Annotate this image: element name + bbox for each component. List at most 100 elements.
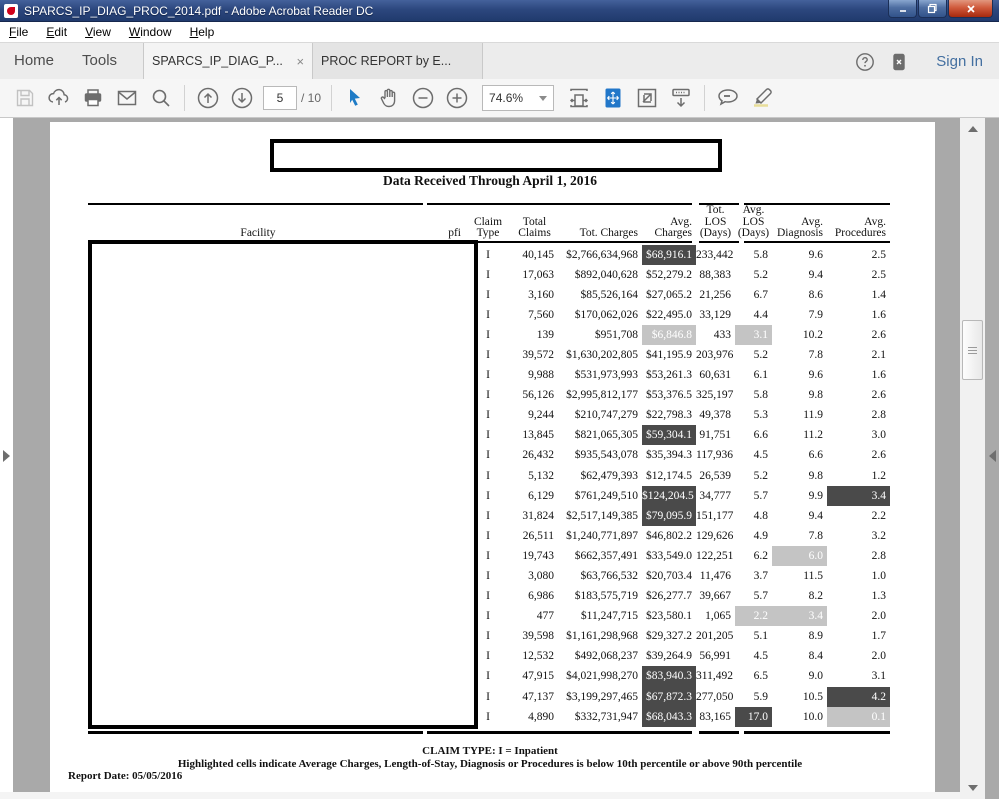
save-icon[interactable] xyxy=(8,83,42,113)
menu-window[interactable]: Window xyxy=(120,23,181,41)
table-cell: $12,174.5 xyxy=(646,469,692,482)
mobile-device-icon[interactable] xyxy=(882,47,916,77)
table-cell: 5,132 xyxy=(528,469,554,482)
table-cell: 17.0 xyxy=(735,706,772,727)
table-cell: 6.6 xyxy=(808,449,823,462)
hand-tool-icon[interactable] xyxy=(372,83,406,113)
header-avg-los: Avg. LOS (Days) xyxy=(737,204,770,239)
table-cell: $83,940.3 xyxy=(642,666,696,687)
title-bar[interactable]: SPARCS_IP_DIAG_PROC_2014.pdf - Adobe Acr… xyxy=(0,0,999,22)
zoom-out-icon[interactable] xyxy=(406,83,440,113)
table-cell: 325,197 xyxy=(696,389,734,402)
table-cell: 56,991 xyxy=(699,650,731,663)
table-cell: 2.8 xyxy=(871,549,886,562)
table-cell: 117,936 xyxy=(696,449,733,462)
table-cell: $33,549.0 xyxy=(646,549,692,562)
fit-page-icon[interactable] xyxy=(596,83,630,113)
table-cell: $63,766,532 xyxy=(580,570,639,582)
table-cell: 19,743 xyxy=(522,549,554,562)
table-cell: 88,383 xyxy=(699,268,731,281)
table-cell: 3.2 xyxy=(871,529,886,542)
table-header-row: Facility pfi Claim Type Total Claims Tot… xyxy=(88,204,890,245)
chevron-down-icon xyxy=(539,95,548,101)
tab-tools[interactable]: Tools xyxy=(68,43,131,79)
fit-width-icon[interactable] xyxy=(562,83,596,113)
table-cell: 4.9 xyxy=(753,529,768,542)
open-right-panel-icon[interactable] xyxy=(989,450,996,462)
previous-page-icon[interactable] xyxy=(191,83,225,113)
comment-icon[interactable] xyxy=(711,83,745,113)
table-cell: 11.5 xyxy=(803,570,823,582)
table-cell: $79,095.9 xyxy=(642,505,696,526)
email-icon[interactable] xyxy=(110,83,144,113)
table-cell: 4.2 xyxy=(827,686,890,707)
table-cell: $170,062,026 xyxy=(574,308,638,321)
table-cell: 8.6 xyxy=(808,288,823,301)
print-icon[interactable] xyxy=(76,83,110,113)
table-cell: 47,137 xyxy=(522,690,554,703)
table-cell: 7.9 xyxy=(808,308,823,321)
scroll-down-icon[interactable] xyxy=(968,785,978,791)
highlighter-icon[interactable] xyxy=(745,83,779,113)
share-upload-icon[interactable] xyxy=(42,83,76,113)
document-banner-title: Data Received Through April 1, 2016 xyxy=(382,173,597,188)
table-cell: 277,050 xyxy=(696,690,734,703)
table-cell: 56,126 xyxy=(522,389,554,402)
tab-close-icon[interactable]: × xyxy=(296,54,304,69)
table-cell: $951,708 xyxy=(594,328,638,341)
pdf-page: Data Received Through April 1, 2016 Faci… xyxy=(50,122,935,792)
select-tool-icon[interactable] xyxy=(338,83,372,113)
table-cell: $3,199,297,465 xyxy=(566,690,638,703)
help-icon[interactable] xyxy=(848,47,882,77)
menu-view[interactable]: View xyxy=(76,23,120,41)
table-cell: 3.0 xyxy=(871,429,886,442)
close-button[interactable] xyxy=(948,0,993,18)
scroll-up-icon[interactable] xyxy=(968,126,978,132)
open-left-panel-icon[interactable] xyxy=(3,450,10,462)
table-cell: 9,244 xyxy=(528,409,554,422)
table-cell: 6.6 xyxy=(753,429,768,442)
table-cell: 2.0 xyxy=(871,650,886,663)
report-table-wrapper: Facility pfi Claim Type Total Claims Tot… xyxy=(88,197,890,742)
menu-file[interactable]: File xyxy=(0,23,37,41)
menu-help[interactable]: Help xyxy=(181,23,224,41)
table-cell: $892,040,628 xyxy=(574,268,638,281)
table-cell: 6,986 xyxy=(528,590,554,603)
zoom-in-icon[interactable] xyxy=(440,83,474,113)
minimize-button[interactable] xyxy=(888,0,917,18)
table-cell: $59,304.1 xyxy=(642,425,696,446)
tab-document-inactive[interactable]: PROC REPORT by E... xyxy=(313,43,484,79)
table-cell: 233,442 xyxy=(696,248,734,261)
report-date: Report Date: 05/05/2016 xyxy=(68,770,183,782)
table-cell: 5.7 xyxy=(753,489,768,502)
zoom-level-select[interactable]: 74.6% xyxy=(482,85,555,111)
table-cell: 11.9 xyxy=(803,409,823,422)
tab-home[interactable]: Home xyxy=(0,43,68,79)
table-cell: $2,517,149,385 xyxy=(566,509,638,522)
table-cell: 5.9 xyxy=(753,690,768,703)
table-cell: 4.8 xyxy=(753,509,768,522)
search-icon[interactable] xyxy=(144,83,178,113)
tab-document-active[interactable]: SPARCS_IP_DIAG_P... × xyxy=(143,43,314,79)
table-cell: 311,492 xyxy=(696,670,733,683)
maximize-button[interactable] xyxy=(918,0,947,18)
table-cell: 3.4 xyxy=(772,606,827,627)
vertical-scrollbar[interactable] xyxy=(960,118,985,799)
table-cell: 39,572 xyxy=(522,348,554,361)
table-cell: $53,261.3 xyxy=(646,369,692,382)
zoom-level-value: 74.6% xyxy=(489,91,524,105)
page-number-input[interactable] xyxy=(263,86,297,110)
scrollbar-thumb[interactable] xyxy=(962,320,983,380)
horizontal-scrollbar[interactable] xyxy=(0,792,960,799)
table-cell: $67,872.3 xyxy=(642,686,696,707)
tab-document2-label: PROC REPORT by E... xyxy=(321,54,452,68)
fullscreen-icon[interactable] xyxy=(630,83,664,113)
main-toolbar: / 10 74.6% xyxy=(0,79,999,118)
reading-mode-icon[interactable] xyxy=(664,83,698,113)
table-cell: 4.5 xyxy=(753,650,768,663)
menu-edit[interactable]: Edit xyxy=(37,23,76,41)
sign-in-link[interactable]: Sign In xyxy=(936,53,983,70)
table-cell: 40,145 xyxy=(522,248,554,261)
header-total-claims: Total Claims xyxy=(518,215,551,239)
next-page-icon[interactable] xyxy=(225,83,259,113)
